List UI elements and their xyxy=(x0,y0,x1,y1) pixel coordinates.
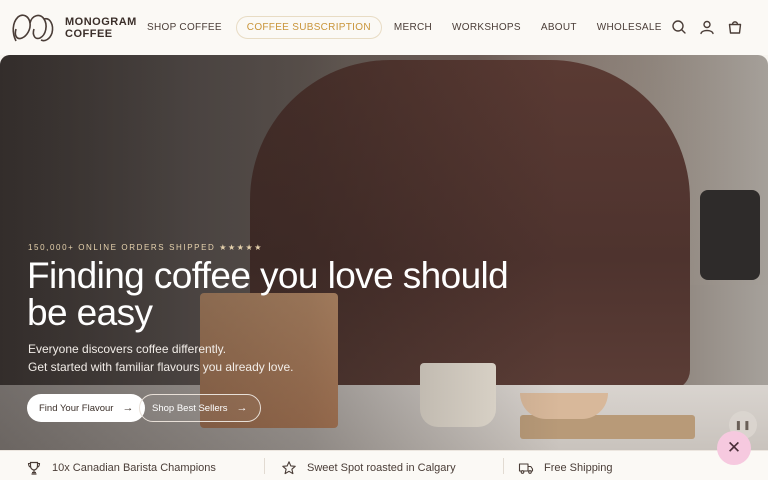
hero-photo-kettle xyxy=(700,190,760,280)
search-icon[interactable] xyxy=(670,18,688,36)
nav-workshops[interactable]: WORKSHOPS xyxy=(443,16,530,39)
find-your-flavour-button[interactable]: Find Your Flavour → xyxy=(27,394,146,422)
monogram-logo-icon xyxy=(12,14,54,42)
nav-about[interactable]: ABOUT xyxy=(532,16,586,39)
trust-item-champions: 10x Canadian Barista Champions xyxy=(26,460,216,476)
arrow-right-icon: → xyxy=(122,402,134,414)
hero-text-scrim xyxy=(0,55,560,450)
trust-item-label: 10x Canadian Barista Champions xyxy=(52,462,216,474)
trust-item-shipping: Free Shipping xyxy=(518,460,613,476)
main-nav: SHOP COFFEE COFFEE SUBSCRIPTION MERCH WO… xyxy=(138,16,673,39)
brand-logo[interactable]: MONOGRAM COFFEE xyxy=(10,11,137,44)
trust-item-roasted: Sweet Spot roasted in Calgary xyxy=(281,460,456,476)
hero-headline: Finding coffee you love should be easy xyxy=(27,255,509,333)
brand-name: MONOGRAM COFFEE xyxy=(65,16,137,40)
shop-best-sellers-label: Shop Best Sellers xyxy=(152,402,228,414)
hero-kicker: 150,000+ ONLINE ORDERS SHIPPED ★★★★★ xyxy=(28,243,264,252)
star-icon xyxy=(282,461,296,475)
account-icon[interactable] xyxy=(698,18,716,36)
cart-icon[interactable] xyxy=(726,18,744,36)
divider xyxy=(264,458,265,474)
hero-subtext-line1: Everyone discovers coffee differently. xyxy=(28,342,227,356)
nav-shop-coffee[interactable]: SHOP COFFEE xyxy=(138,16,231,39)
find-your-flavour-label: Find Your Flavour xyxy=(39,402,114,414)
site-header: MONOGRAM COFFEE SHOP COFFEE COFFEE SUBSC… xyxy=(0,0,768,55)
header-actions xyxy=(660,18,744,36)
trust-item-label: Sweet Spot roasted in Calgary xyxy=(307,462,456,474)
hero-banner: 150,000+ ONLINE ORDERS SHIPPED ★★★★★ Fin… xyxy=(0,55,768,450)
trust-item-label: Free Shipping xyxy=(544,462,613,474)
hero-subtext: Everyone discovers coffee differently. G… xyxy=(28,340,293,376)
trust-bar: 10x Canadian Barista Champions Sweet Spo… xyxy=(0,450,768,480)
nav-coffee-subscription[interactable]: COFFEE SUBSCRIPTION xyxy=(235,16,382,39)
nav-wholesale[interactable]: WHOLESALE xyxy=(588,16,671,39)
shop-best-sellers-button[interactable]: Shop Best Sellers → xyxy=(139,394,261,422)
close-icon: ✕ xyxy=(726,438,742,457)
truck-icon xyxy=(518,463,534,474)
pause-icon: ❚❚ xyxy=(734,419,752,430)
close-popup-button[interactable]: ✕ xyxy=(717,431,751,465)
hero-subtext-line2: Get started with familiar flavours you a… xyxy=(28,360,294,374)
brand-name-line1: MONOGRAM xyxy=(65,15,137,28)
trophy-icon xyxy=(27,461,41,475)
nav-merch[interactable]: MERCH xyxy=(385,16,441,39)
divider xyxy=(503,458,504,474)
arrow-right-icon: → xyxy=(236,402,248,414)
brand-name-line2: COFFEE xyxy=(65,27,113,40)
